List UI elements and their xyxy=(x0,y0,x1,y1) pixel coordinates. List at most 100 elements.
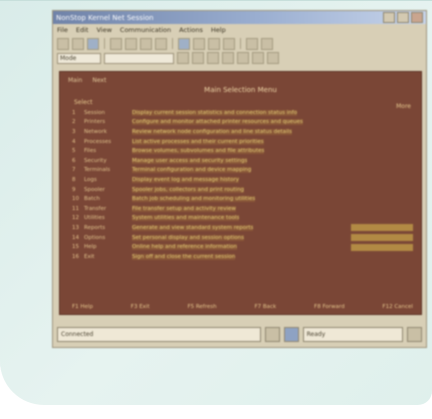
menu-option-row[interactable]: 12 Utilities System utilities and maintena… xyxy=(72,214,413,224)
function-key[interactable]: F7 Back xyxy=(254,304,276,310)
send-icon[interactable] xyxy=(208,37,220,50)
menu-option-row[interactable]: 10 Batch Batch job scheduling and monitori… xyxy=(72,194,413,204)
maximize-button[interactable] xyxy=(397,12,409,23)
option-number: 10 xyxy=(72,196,79,203)
option-description: Online help and reference information xyxy=(132,244,237,251)
status-dropdown-icon[interactable] xyxy=(264,326,280,342)
help-icon[interactable] xyxy=(261,37,273,50)
color-icon[interactable] xyxy=(267,52,279,64)
menu-option-row[interactable]: 6 Security Manage user access and security… xyxy=(72,156,413,166)
menu-option-row[interactable]: 5 Files Browse volumes, subvolumes and fil… xyxy=(72,146,413,156)
function-key[interactable]: F5 Refresh xyxy=(187,304,216,310)
option-number: 11 xyxy=(72,205,79,212)
open-icon[interactable] xyxy=(72,37,84,50)
settings-icon[interactable] xyxy=(246,37,258,50)
option-number: 15 xyxy=(72,244,79,251)
app-window: NonStop Kernel Net Session File Edit Vie… xyxy=(52,10,427,348)
mode-select[interactable]: Mode xyxy=(57,52,101,64)
value-input[interactable] xyxy=(104,52,174,64)
status-bar: Connected Ready xyxy=(57,325,422,343)
option-description: File transfer setup and activity review xyxy=(132,205,236,212)
menu-option-row[interactable]: 4 Processes List active processes and thei… xyxy=(72,137,413,147)
option-label: Options xyxy=(84,234,106,241)
save-icon[interactable] xyxy=(87,37,99,50)
menu-option-row[interactable]: 16 Exit Sign off and close the current ses… xyxy=(72,252,413,262)
print-icon[interactable] xyxy=(155,37,167,50)
option-label: Files xyxy=(84,148,97,155)
align-center-icon[interactable] xyxy=(222,52,234,64)
status-right-field: Ready xyxy=(302,326,404,342)
option-label: Reports xyxy=(84,224,106,231)
menu-option-row[interactable]: 14 Options Set personal display and sessio… xyxy=(72,233,413,243)
font-icon[interactable] xyxy=(252,52,264,64)
function-key[interactable]: F1 Help xyxy=(72,304,93,310)
option-description: Display current session statistics and c… xyxy=(132,109,298,116)
toolbar xyxy=(53,36,426,51)
menu-communication[interactable]: Communication xyxy=(120,26,171,34)
menu-option-row[interactable]: 2 Printers Configure and monitor attached … xyxy=(72,118,413,128)
menu-option-row[interactable]: 13 Reports Generate and view standard syst… xyxy=(72,223,413,233)
align-right-icon[interactable] xyxy=(237,52,249,64)
close-button[interactable] xyxy=(411,12,423,23)
menu-option-row[interactable]: 11 Transfer File transfer setup and activi… xyxy=(72,204,413,214)
toolbar-divider xyxy=(240,38,241,49)
menu-actions[interactable]: Actions xyxy=(179,26,203,34)
option-number: 9 xyxy=(72,186,76,193)
option-number: 1 xyxy=(72,109,76,116)
menu-view[interactable]: View xyxy=(96,26,111,34)
copy-icon[interactable] xyxy=(125,37,137,50)
menu-option-row[interactable]: 3 Network Review network node configuratio… xyxy=(72,127,413,137)
status-action-button[interactable] xyxy=(283,326,299,342)
menu-option-row[interactable]: 8 Logs Display event log and message histo… xyxy=(72,175,413,185)
option-number: 13 xyxy=(72,224,79,231)
option-description: Manage user access and security settings xyxy=(132,157,248,164)
new-icon[interactable] xyxy=(57,37,69,50)
paste-icon[interactable] xyxy=(140,37,152,50)
option-label: Transfer xyxy=(84,205,107,212)
function-key[interactable]: F8 Forward xyxy=(314,304,345,310)
function-key[interactable]: F3 Exit xyxy=(131,304,150,310)
italic-icon[interactable] xyxy=(192,52,204,64)
menu-option-row[interactable]: 9 Spooler Spooler jobs, collectors and pri… xyxy=(72,185,413,195)
align-left-icon[interactable] xyxy=(207,52,219,64)
option-description: Configure and monitor attached printer r… xyxy=(132,119,303,126)
receive-icon[interactable] xyxy=(223,37,235,50)
option-number: 8 xyxy=(72,176,76,183)
option-description: Batch job scheduling and monitoring util… xyxy=(132,196,256,203)
toolbar-divider xyxy=(104,38,105,49)
menu-edit[interactable]: Edit xyxy=(76,26,89,34)
menu-option-row[interactable]: 1 Session Display current session statisti… xyxy=(72,108,413,118)
toolbar-divider xyxy=(172,38,173,49)
screen-header: Main Next xyxy=(68,77,106,84)
option-label: Spooler xyxy=(84,186,105,193)
option-description: System utilities and maintenance tools xyxy=(132,215,240,222)
function-key[interactable]: F12 Cancel xyxy=(382,304,413,310)
terminal-screen[interactable]: Main Next Main Selection Menu Select Mor… xyxy=(59,71,422,315)
connect-icon[interactable] xyxy=(178,37,190,50)
menu-help[interactable]: Help xyxy=(211,26,226,34)
highlight-field xyxy=(351,234,413,242)
bold-icon[interactable] xyxy=(177,52,189,64)
option-label: Processes xyxy=(84,138,112,145)
menu-option-row[interactable]: 7 Terminals Terminal configuration and dev… xyxy=(72,166,413,176)
option-label: Network xyxy=(84,128,107,135)
minimize-button[interactable] xyxy=(383,12,395,23)
screen-header-item: Main xyxy=(68,77,83,84)
option-label: Help xyxy=(84,244,97,251)
option-number: 16 xyxy=(72,253,79,260)
screen-header-item: Next xyxy=(92,77,107,84)
option-number: 12 xyxy=(72,215,79,222)
highlight-field xyxy=(351,224,413,232)
option-description: Sign off and close the current session xyxy=(132,253,236,260)
option-description: Set personal display and session options xyxy=(132,234,245,241)
status-left-field: Connected xyxy=(57,326,261,342)
menu-option-row[interactable]: 15 Help Online help and reference informat… xyxy=(72,242,413,252)
disconnect-icon[interactable] xyxy=(193,37,205,50)
option-label: Exit xyxy=(84,253,95,260)
menu-file[interactable]: File xyxy=(57,26,68,34)
option-label: Terminals xyxy=(84,167,111,174)
option-label: Session xyxy=(84,109,105,116)
menu-options: 1 Session Display current session statisti… xyxy=(72,108,413,262)
resize-grip-icon[interactable] xyxy=(407,326,422,342)
cut-icon[interactable] xyxy=(110,37,122,50)
